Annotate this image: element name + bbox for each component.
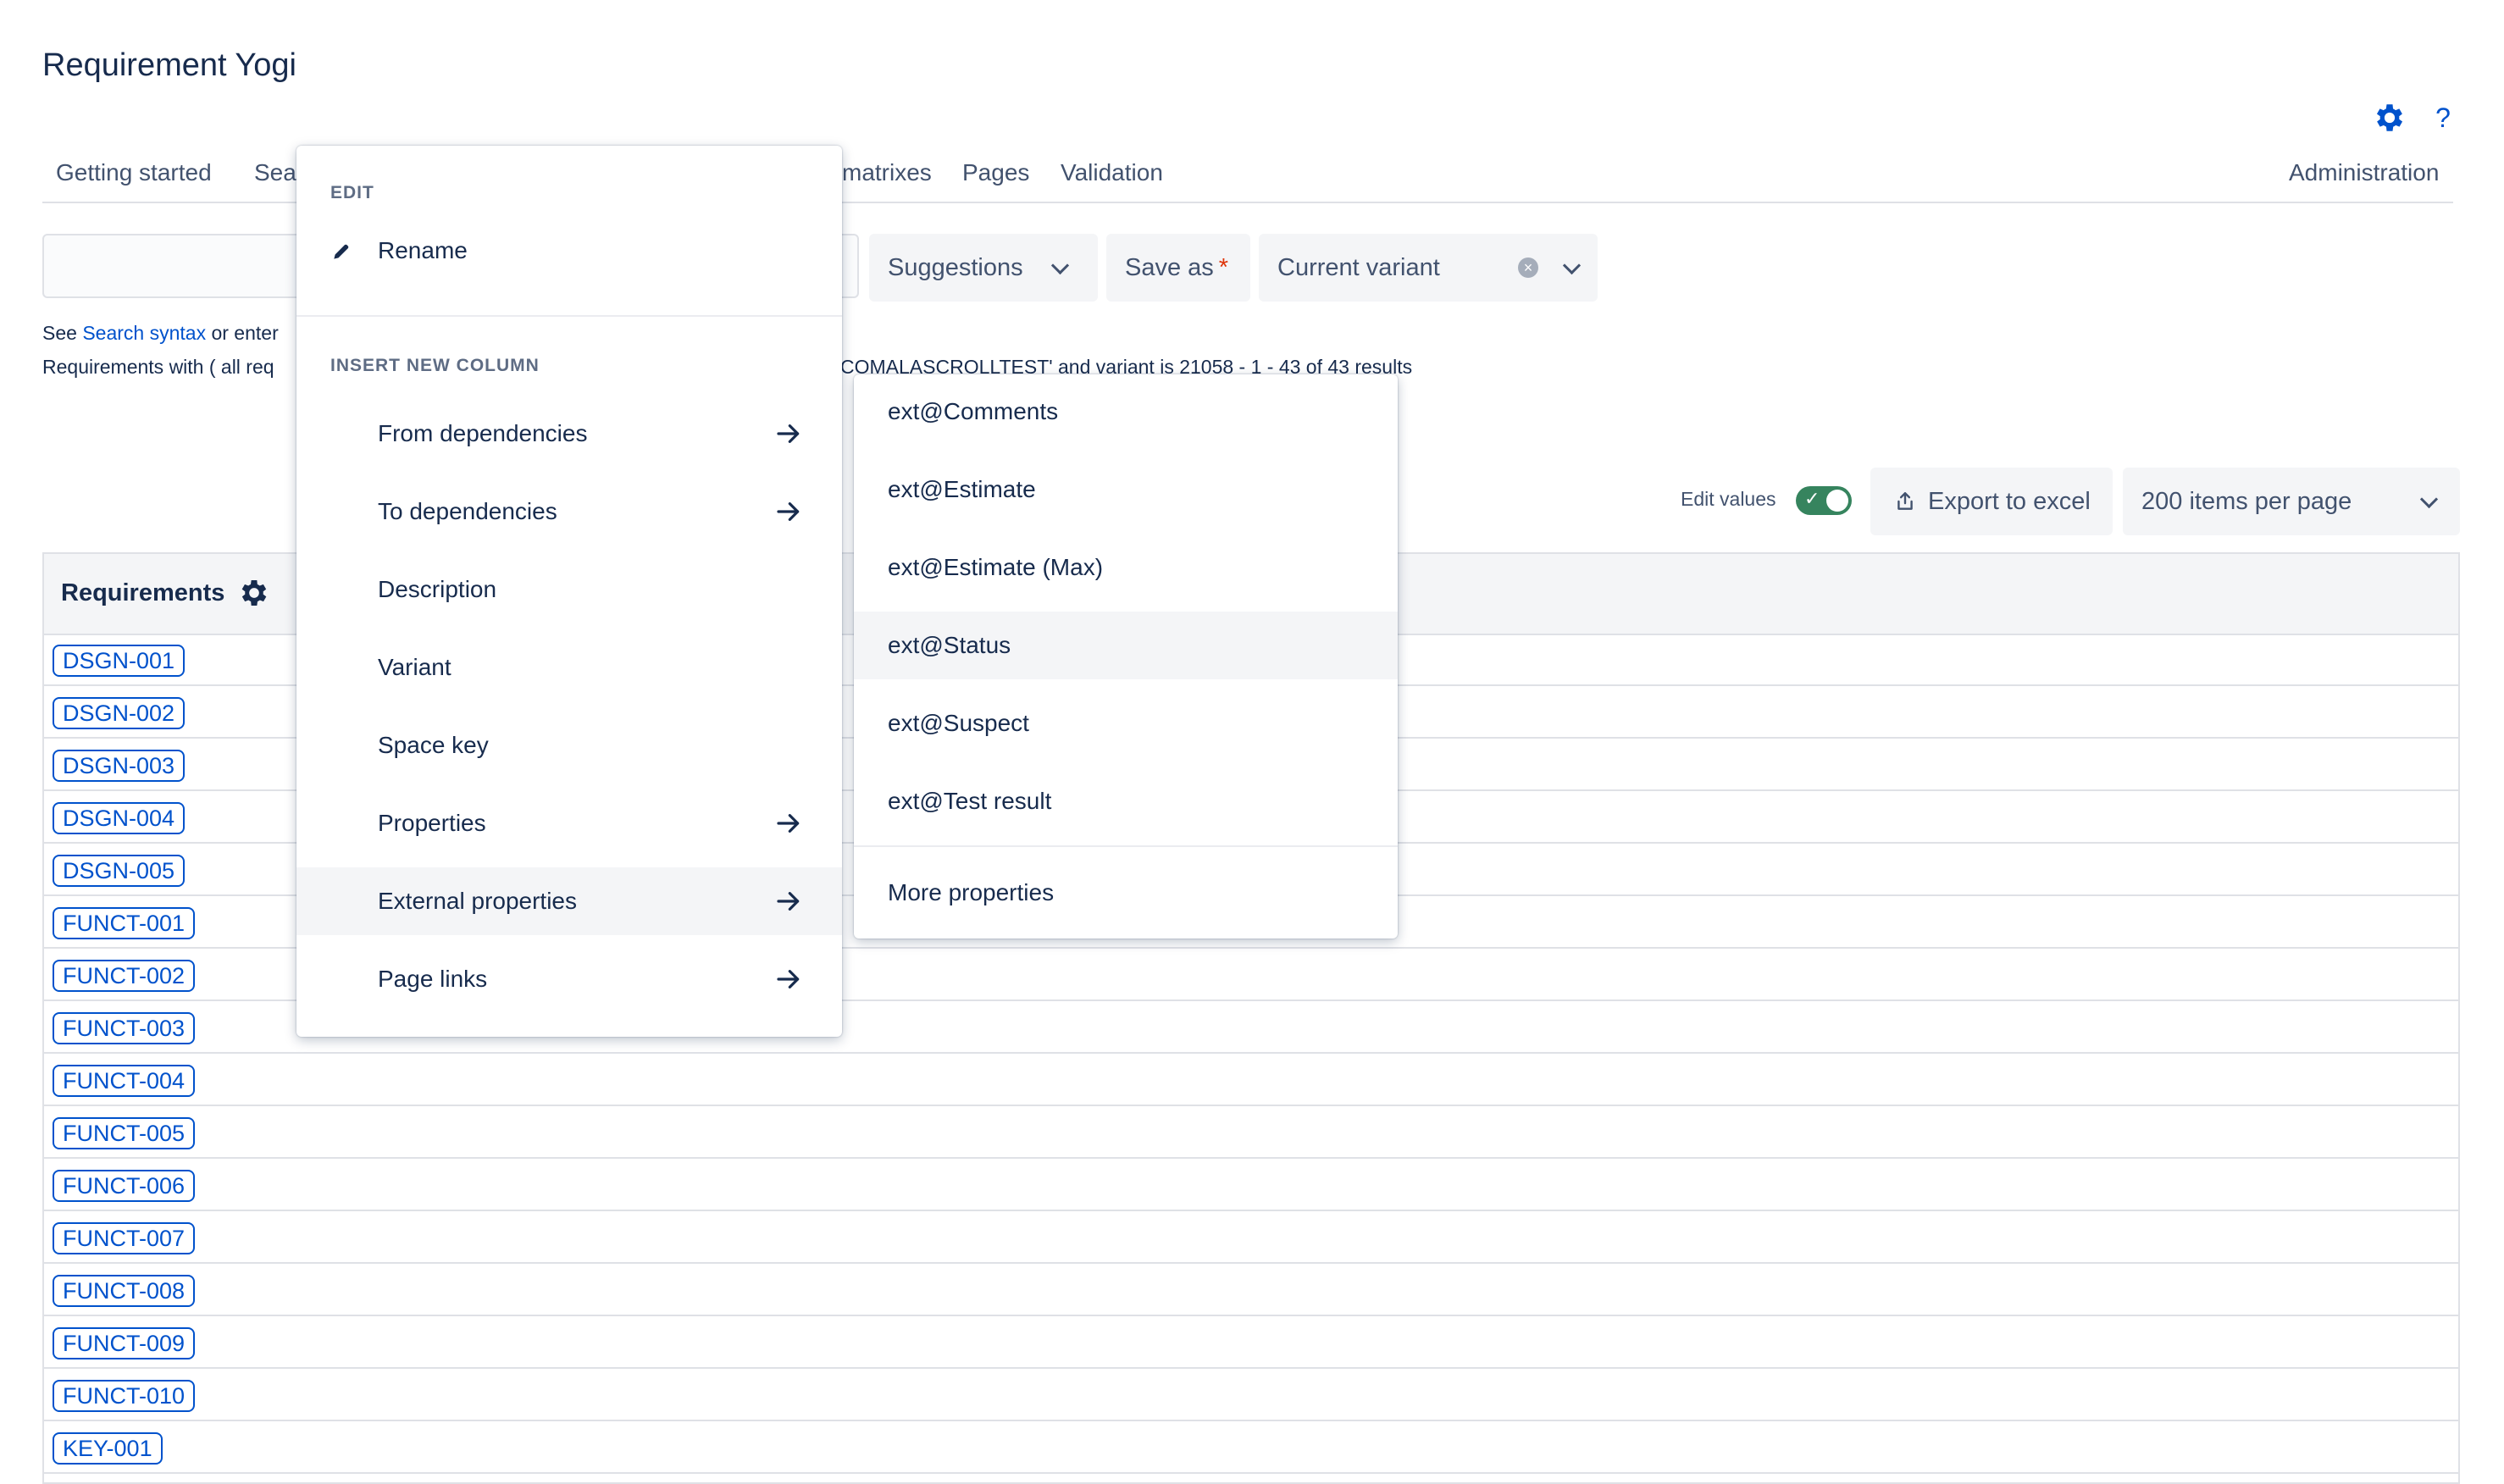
table-row: FUNCT-008 xyxy=(44,1264,2458,1316)
items-per-page-select[interactable]: 200 items per page xyxy=(2123,468,2460,535)
export-icon xyxy=(1897,492,1913,510)
requirement-key[interactable]: FUNCT-010 xyxy=(53,1380,196,1412)
column-settings-gear-icon[interactable] xyxy=(237,576,271,610)
arrow-right-icon xyxy=(777,970,800,988)
requirement-key[interactable]: DSGN-005 xyxy=(53,855,186,887)
tab-matrixes[interactable]: matrixes xyxy=(842,159,932,186)
menu-section-insert-new-column: INSERT NEW COLUMN xyxy=(330,356,540,375)
table-row: FUNCT-009 xyxy=(44,1316,2458,1369)
save-as-button[interactable]: Save as * xyxy=(1106,234,1250,302)
menu-item-space-key[interactable]: Space key xyxy=(296,712,842,779)
required-marker: * xyxy=(1218,253,1229,281)
requirement-key[interactable]: FUNCT-004 xyxy=(53,1065,196,1097)
menu-item-label: Rename xyxy=(378,237,468,263)
export-label: Export to excel xyxy=(1928,487,2091,515)
menu-item-from-dependencies[interactable]: From dependencies xyxy=(296,400,842,468)
edit-values-toggle[interactable]: ✓ xyxy=(1796,486,1852,515)
requirement-key[interactable]: FUNCT-006 xyxy=(53,1170,196,1202)
chevron-down-icon xyxy=(1050,256,1070,275)
table-row: FUNCT-004 xyxy=(44,1054,2458,1106)
requirement-key[interactable]: FUNCT-001 xyxy=(53,907,196,939)
requirement-key[interactable]: FUNCT-008 xyxy=(53,1275,196,1307)
arrow-right-icon xyxy=(777,502,800,521)
export-to-excel-button[interactable]: Export to excel xyxy=(1870,468,2113,535)
tab-search[interactable]: Sea xyxy=(254,159,296,186)
menu-item-label: To dependencies xyxy=(378,498,557,524)
chevron-down-icon xyxy=(2419,490,2439,509)
menu-item-to-dependencies[interactable]: To dependencies xyxy=(296,478,842,545)
requirement-key[interactable]: DSGN-002 xyxy=(53,697,186,729)
arrow-right-icon xyxy=(777,814,800,833)
menu-item-label: External properties xyxy=(378,888,578,914)
requirement-key[interactable]: FUNCT-005 xyxy=(53,1117,196,1149)
menu-item-page-links[interactable]: Page links xyxy=(296,945,842,1013)
variant-value: Current variant xyxy=(1277,253,1440,281)
table-row: FUNCT-005 xyxy=(44,1106,2458,1159)
submenu-item-ext-comments[interactable]: ext@Comments xyxy=(854,378,1398,446)
variant-select[interactable]: Current variant × xyxy=(1259,234,1598,302)
menu-section-edit: EDIT xyxy=(330,183,374,202)
check-icon: ✓ xyxy=(1804,488,1820,509)
menu-item-rename[interactable]: Rename xyxy=(296,217,842,285)
menu-item-label: Space key xyxy=(378,732,489,758)
requirement-key[interactable]: DSGN-004 xyxy=(53,802,186,834)
save-as-label: Save as xyxy=(1125,253,1214,281)
menu-item-label: Page links xyxy=(378,966,488,992)
edit-values-label: Edit values xyxy=(1681,488,1776,510)
tab-pages[interactable]: Pages xyxy=(962,159,1029,186)
menu-divider xyxy=(854,845,1398,847)
app-title: Requirement Yogi xyxy=(42,47,296,83)
menu-item-label: Description xyxy=(378,576,497,602)
external-properties-submenu: ext@Comments ext@Estimate ext@Estimate (… xyxy=(854,374,1398,939)
items-per-page-value: 200 items per page xyxy=(2141,487,2352,515)
table-row: KEY-001 xyxy=(44,1421,2458,1474)
tab-getting-started[interactable]: Getting started xyxy=(56,159,212,186)
submenu-item-ext-estimate[interactable]: ext@Estimate xyxy=(854,456,1398,523)
results-summary-left: Requirements with ( all req xyxy=(42,356,274,378)
requirement-key[interactable]: KEY-001 xyxy=(53,1432,163,1465)
submenu-item-ext-suspect[interactable]: ext@Suspect xyxy=(854,689,1398,757)
settings-gear-icon[interactable] xyxy=(2372,100,2407,136)
menu-item-external-properties[interactable]: External properties xyxy=(296,867,842,935)
toggle-knob xyxy=(1826,490,1848,512)
menu-item-label: Properties xyxy=(378,810,486,836)
submenu-item-ext-status[interactable]: ext@Status xyxy=(854,612,1398,679)
arrow-right-icon xyxy=(777,892,800,911)
suggestions-label: Suggestions xyxy=(888,253,1023,281)
tab-validation[interactable]: Validation xyxy=(1061,159,1163,186)
table-row: FUNCT-007 xyxy=(44,1211,2458,1264)
requirement-key[interactable]: DSGN-001 xyxy=(53,645,186,677)
menu-divider xyxy=(296,315,842,317)
menu-item-label: Variant xyxy=(378,654,451,680)
arrow-right-icon xyxy=(777,424,800,443)
column-header-requirements[interactable]: Requirements xyxy=(61,579,224,607)
help-icon[interactable]: ? xyxy=(2428,100,2458,136)
requirement-key[interactable]: FUNCT-007 xyxy=(53,1222,196,1254)
pencil-icon xyxy=(334,244,349,259)
menu-item-label: From dependencies xyxy=(378,420,588,446)
chevron-down-icon xyxy=(1562,256,1582,275)
menu-item-properties[interactable]: Properties xyxy=(296,789,842,857)
submenu-item-ext-estimate-max[interactable]: ext@Estimate (Max) xyxy=(854,534,1398,601)
search-help-line: See Search syntax or enter xyxy=(42,322,279,344)
submenu-item-more-properties[interactable]: More properties xyxy=(854,859,1398,927)
clear-icon[interactable]: × xyxy=(1518,257,1538,278)
requirement-key[interactable]: DSGN-003 xyxy=(53,750,186,782)
table-row: FUNCT-010 xyxy=(44,1369,2458,1421)
column-context-menu: EDIT Rename INSERT NEW COLUMN From depen… xyxy=(296,146,842,1037)
tab-administration[interactable]: Administration xyxy=(2289,159,2439,186)
submenu-item-ext-test-result[interactable]: ext@Test result xyxy=(854,767,1398,835)
table-row: FUNCT-006 xyxy=(44,1159,2458,1211)
suggestions-button[interactable]: Suggestions xyxy=(869,234,1098,302)
search-syntax-link[interactable]: Search syntax xyxy=(82,322,206,344)
menu-item-variant[interactable]: Variant xyxy=(296,634,842,701)
requirement-key[interactable]: FUNCT-009 xyxy=(53,1327,196,1359)
requirement-key[interactable]: FUNCT-003 xyxy=(53,1012,196,1044)
requirement-key[interactable]: FUNCT-002 xyxy=(53,960,196,992)
menu-item-description[interactable]: Description xyxy=(296,556,842,623)
